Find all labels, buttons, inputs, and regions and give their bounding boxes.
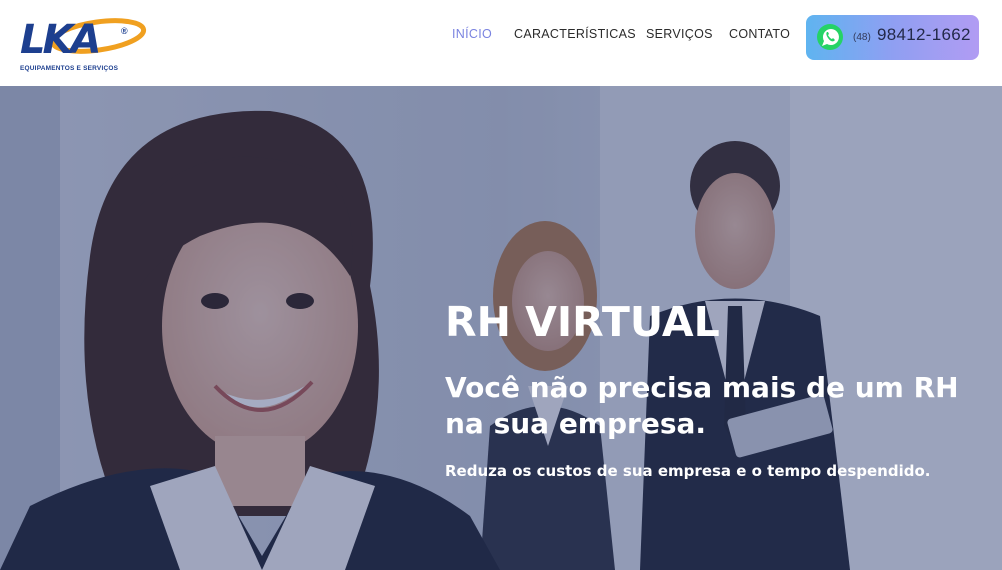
whatsapp-icon: [817, 24, 843, 50]
logo-tagline: EQUIPAMENTOS E SERVIÇOS: [20, 65, 119, 72]
hero-banner: RH VIRTUAL Você não precisa mais de um R…: [0, 86, 1002, 570]
nav-item-servicos[interactable]: SERVIÇOS: [646, 27, 713, 41]
registered-mark: ®: [121, 26, 128, 36]
whatsapp-phone-button[interactable]: (48) 98412-1662: [806, 15, 979, 60]
hero-subtitle: Você não precisa mais de um RH na sua em…: [445, 371, 959, 440]
lka-logo[interactable]: LKA ® EQUIPAMENTOS E SERVIÇOS: [18, 10, 148, 74]
site-header: LKA ® EQUIPAMENTOS E SERVIÇOS INÍCIO CAR…: [0, 0, 1002, 86]
nav-item-inicio[interactable]: INÍCIO: [452, 27, 492, 41]
nav-item-caracteristicas[interactable]: CARACTERÍSTICAS: [514, 27, 636, 41]
hero-title: RH VIRTUAL: [445, 298, 720, 346]
phone-area-code: (48): [853, 32, 871, 43]
logo-text: LKA: [20, 17, 101, 63]
nav-item-contato[interactable]: CONTATO: [729, 27, 790, 41]
hero-description: Reduza os custos de sua empresa e o temp…: [445, 462, 931, 480]
phone-number: 98412-1662: [877, 25, 971, 44]
